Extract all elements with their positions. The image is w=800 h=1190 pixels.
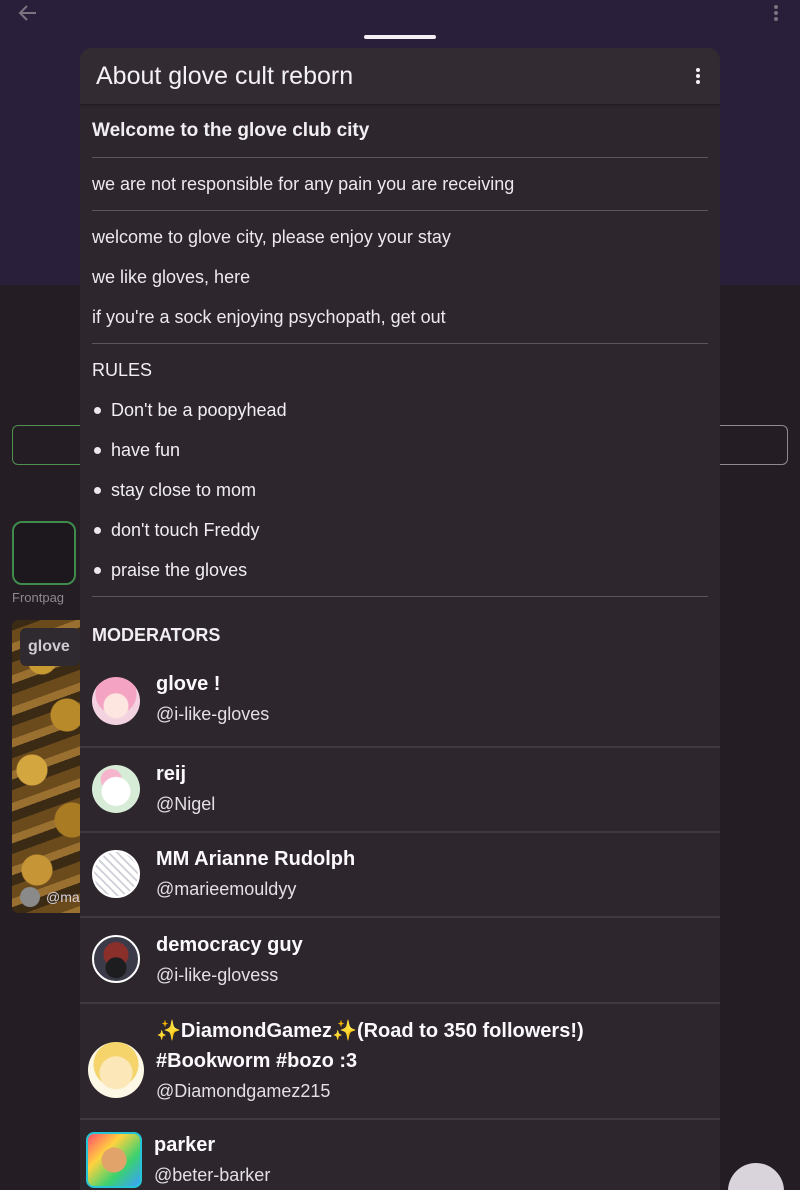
welcome-heading: Welcome to the glove club city — [92, 120, 370, 141]
bullet-icon — [94, 486, 101, 494]
moderator-row[interactable]: democracy guy @i-like-glovess — [80, 918, 720, 1004]
more-vertical-icon[interactable] — [692, 66, 704, 86]
avatar — [92, 765, 140, 813]
avatar — [86, 1132, 142, 1188]
rule-text: praise the gloves — [111, 560, 248, 580]
post-card-tag: glove — [20, 628, 80, 666]
sheet-title: About glove cult reborn — [96, 61, 354, 90]
moderator-name: reij — [156, 763, 187, 785]
bullet-icon — [94, 446, 101, 454]
intro-line: if you're a sock enjoying psychopath, ge… — [92, 307, 446, 327]
moderator-name: parker — [154, 1134, 216, 1156]
moderators-title: MODERATORS — [92, 625, 221, 645]
moderator-name: glove ! — [156, 673, 221, 695]
moderator-row[interactable]: MM Arianne Rudolph @marieemouldyy — [80, 833, 720, 918]
avatar — [88, 1042, 144, 1098]
moderator-handle: @Diamondgamez215 — [156, 1081, 331, 1101]
moderator-row[interactable]: reij @Nigel — [80, 748, 720, 833]
rule-text: stay close to mom — [111, 480, 257, 500]
moderator-handle: @marieemouldyy — [156, 879, 297, 899]
moderator-name: MM Arianne Rudolph — [156, 848, 356, 870]
rule-item: praise the gloves — [92, 550, 708, 590]
avatar — [92, 677, 140, 725]
intro-line: we like gloves, here — [92, 267, 251, 287]
rules-title: RULES — [92, 360, 153, 380]
post-card-user: @ma — [20, 887, 80, 907]
avatar — [92, 850, 140, 898]
moderator-handle: @i-like-glovess — [156, 965, 279, 985]
frontpage-tile — [12, 521, 76, 585]
rule-text: Don't be a poopyhead — [111, 400, 287, 420]
about-sheet: About glove cult reborn Welcome to the g… — [80, 48, 720, 1190]
sheet-drag-handle[interactable] — [364, 35, 436, 39]
moderator-row[interactable]: ✨DiamondGamez✨(Road to 350 followers!) #… — [80, 1004, 720, 1120]
back-arrow-icon[interactable] — [16, 2, 40, 24]
bullet-icon — [94, 526, 101, 534]
more-vertical-icon[interactable] — [770, 4, 782, 22]
moderator-row[interactable]: glove ! @i-like-gloves — [80, 657, 720, 748]
disclaimer-block: we are not responsible for any pain you … — [92, 158, 708, 210]
rule-item: don't touch Freddy — [92, 510, 708, 550]
post-card-username: @ma — [46, 889, 80, 905]
moderator-handle: @i-like-gloves — [156, 704, 270, 724]
bullet-icon — [94, 566, 101, 574]
bullet-icon — [94, 406, 101, 414]
intro-line: welcome to glove city, please enjoy your… — [92, 227, 451, 247]
rule-item: have fun — [92, 430, 708, 470]
moderator-name: democracy guy — [156, 934, 303, 956]
rule-text: don't touch Freddy — [111, 520, 260, 540]
sheet-header: About glove cult reborn — [80, 48, 720, 104]
rule-text: have fun — [111, 440, 181, 460]
avatar — [92, 935, 140, 983]
avatar — [20, 887, 40, 907]
moderator-name: ✨DiamondGamez✨(Road to 350 followers!) #… — [156, 1020, 584, 1072]
rule-item: Don't be a poopyhead — [92, 390, 708, 430]
frontpage-label: Frontpag — [12, 590, 65, 605]
intro-block: welcome to glove city, please enjoy your… — [92, 211, 708, 343]
rule-item: stay close to mom — [92, 470, 708, 510]
moderator-row[interactable]: parker @beter-barker — [80, 1120, 720, 1190]
about-content: Welcome to the glove club city we are no… — [80, 104, 720, 597]
moderator-handle: @beter-barker — [154, 1165, 271, 1185]
search-field-background-right — [708, 425, 788, 465]
moderator-handle: @Nigel — [156, 794, 216, 814]
disclaimer-text: we are not responsible for any pain you … — [92, 174, 515, 194]
add-fab-button — [728, 1163, 784, 1190]
rules-block: RULES Don't be a poopyhead have fun stay… — [92, 344, 708, 596]
